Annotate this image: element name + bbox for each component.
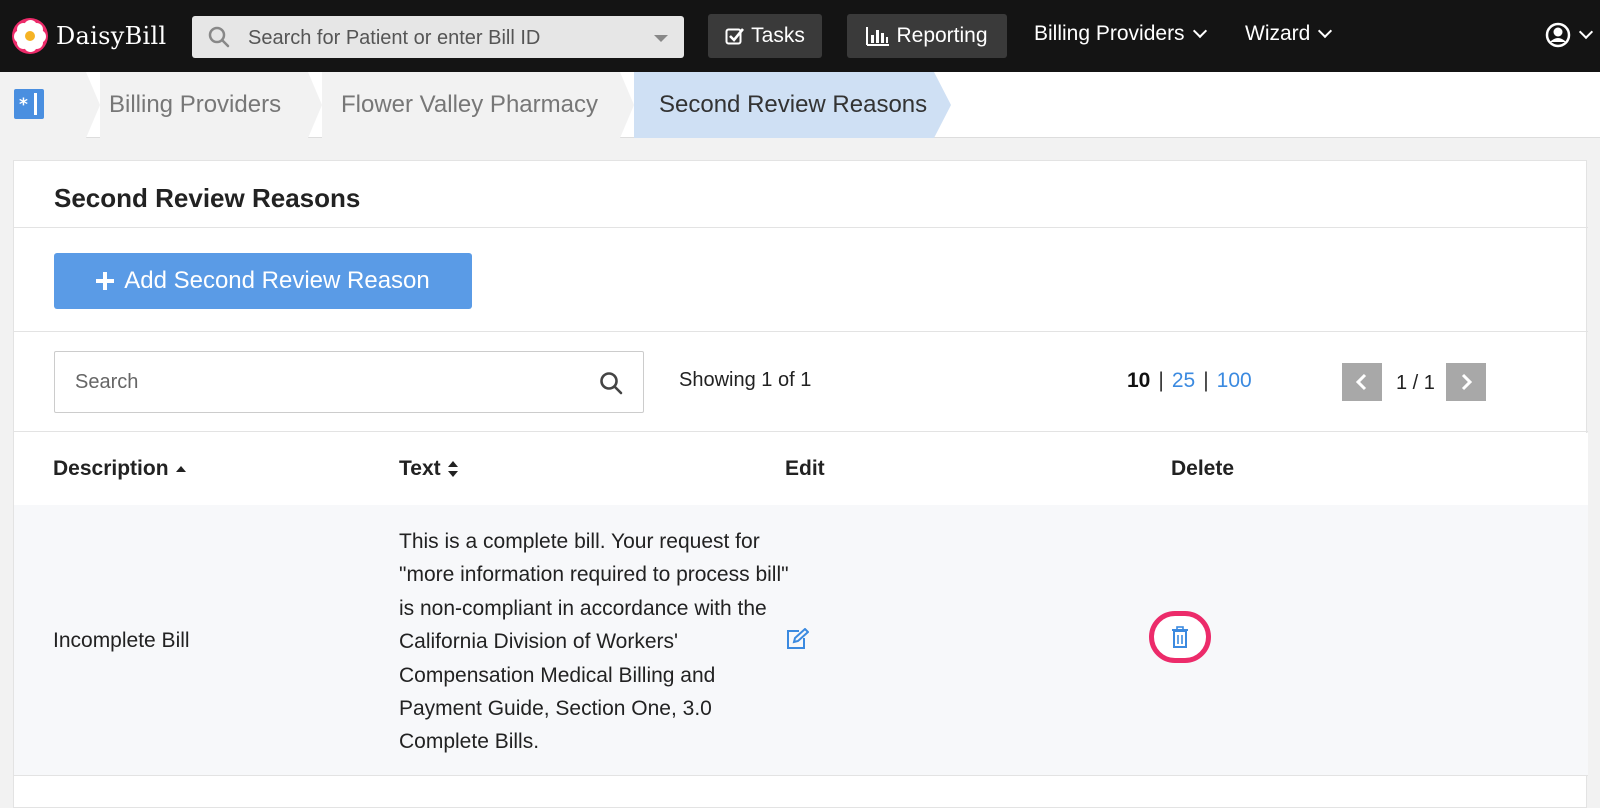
add-button-label: Add Second Review Reason bbox=[124, 267, 430, 294]
breadcrumb-label: Second Review Reasons bbox=[659, 91, 928, 118]
tasks-label: Tasks bbox=[751, 24, 805, 47]
trash-icon bbox=[1172, 626, 1188, 648]
global-search-placeholder: Search for Patient or enter Bill ID bbox=[248, 27, 541, 49]
reporting-label: Reporting bbox=[896, 24, 988, 47]
breadcrumb-second-review-reasons: Second Review Reasons bbox=[634, 72, 934, 138]
delete-column-header: Delete bbox=[1171, 457, 1234, 481]
user-menu[interactable] bbox=[1545, 22, 1594, 48]
chevron-down-icon bbox=[1318, 23, 1333, 39]
header-label: Description bbox=[53, 457, 169, 480]
svg-text:*: * bbox=[19, 95, 28, 115]
next-page-button[interactable] bbox=[1446, 363, 1486, 401]
user-circle-icon bbox=[1545, 22, 1571, 48]
header-label: Delete bbox=[1171, 457, 1235, 480]
page-size-10[interactable]: 10 bbox=[1127, 369, 1150, 393]
table-search-input[interactable]: Search bbox=[54, 351, 644, 413]
page-size-25[interactable]: 25 bbox=[1172, 369, 1195, 393]
chevron-down-icon bbox=[1578, 24, 1594, 40]
billing-providers-label: Billing Providers bbox=[1034, 22, 1185, 45]
row-description: Incomplete Bill bbox=[53, 629, 190, 652]
search-icon bbox=[208, 26, 230, 48]
daisy-logo-icon bbox=[12, 18, 48, 54]
separator: | bbox=[1158, 369, 1164, 392]
logo[interactable]: DaisyBill bbox=[12, 18, 166, 54]
text-column-header[interactable]: Text bbox=[399, 457, 459, 481]
edit-column-header: Edit bbox=[785, 457, 825, 481]
breadcrumb-label: Billing Providers bbox=[109, 91, 282, 118]
delete-button[interactable] bbox=[1149, 611, 1211, 663]
wizard-label: Wizard bbox=[1245, 22, 1311, 45]
plus-icon bbox=[96, 272, 115, 290]
divider bbox=[14, 331, 1588, 332]
reporting-button[interactable]: Reporting bbox=[847, 14, 1007, 58]
page-indicator: 1 / 1 bbox=[1396, 372, 1435, 394]
chevron-left-icon bbox=[1355, 373, 1367, 391]
table-row: Incomplete Bill This is a complete bill.… bbox=[14, 505, 1588, 775]
results-count: Showing 1 of 1 bbox=[679, 369, 812, 391]
breadcrumb-home[interactable]: * bbox=[0, 72, 86, 138]
page-size-selector: 10 | 25 | 100 bbox=[1127, 369, 1252, 393]
add-second-review-reason-button[interactable]: Add Second Review Reason bbox=[54, 253, 472, 309]
wizard-menu[interactable]: Wizard bbox=[1245, 22, 1333, 46]
global-search-input[interactable]: Search for Patient or enter Bill ID bbox=[192, 16, 684, 58]
table-search-placeholder: Search bbox=[75, 371, 139, 393]
chevron-down-icon bbox=[1192, 23, 1207, 39]
second-review-reasons-panel: Second Review Reasons Add Second Review … bbox=[13, 160, 1588, 808]
divider bbox=[14, 227, 1588, 228]
edit-icon[interactable] bbox=[785, 628, 809, 650]
breadcrumb-billing-providers[interactable]: Billing Providers bbox=[100, 72, 308, 138]
divider bbox=[14, 775, 1588, 776]
row-text: This is a complete bill. Your request fo… bbox=[399, 530, 789, 754]
header-label: Text bbox=[399, 457, 441, 480]
caret-down-icon[interactable] bbox=[654, 35, 668, 42]
sort-ascending-icon bbox=[175, 466, 186, 472]
billing-providers-menu[interactable]: Billing Providers bbox=[1034, 22, 1207, 46]
table-header: Description Text Edit Delete bbox=[14, 433, 1588, 505]
previous-page-button[interactable] bbox=[1342, 363, 1382, 401]
top-navbar: DaisyBill Search for Patient or enter Bi… bbox=[0, 0, 1600, 72]
tasks-button[interactable]: Tasks bbox=[708, 14, 822, 58]
chevron-right-icon bbox=[1461, 373, 1473, 391]
logo-text: DaisyBill bbox=[56, 22, 167, 50]
sort-icon bbox=[447, 461, 458, 477]
bar-chart-icon bbox=[866, 27, 890, 46]
description-column-header[interactable]: Description bbox=[53, 457, 187, 481]
breadcrumb-flower-valley-pharmacy[interactable]: Flower Valley Pharmacy bbox=[322, 72, 620, 138]
header-label: Edit bbox=[785, 457, 825, 480]
breadcrumb: * Billing Providers Flower Valley Pharma… bbox=[0, 72, 1600, 138]
search-icon[interactable] bbox=[599, 371, 623, 395]
separator: | bbox=[1203, 369, 1209, 392]
breadcrumb-label: Flower Valley Pharmacy bbox=[341, 91, 598, 118]
billing-document-icon: * bbox=[14, 89, 44, 119]
page-size-100[interactable]: 100 bbox=[1217, 369, 1252, 393]
divider bbox=[14, 431, 1588, 432]
page-title: Second Review Reasons bbox=[54, 183, 361, 213]
checkbox-icon bbox=[725, 28, 745, 45]
